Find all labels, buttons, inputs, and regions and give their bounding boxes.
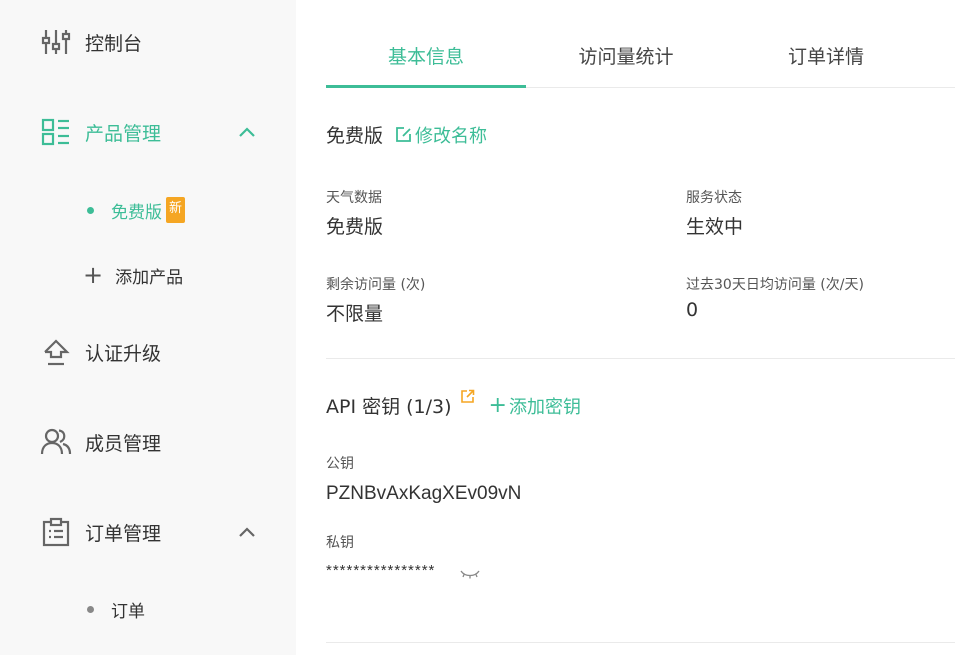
rename-link[interactable]: 修改名称 [395,122,487,148]
sidebar-item-label: 认证升级 [85,342,162,365]
daily-avg-value: 0 [686,299,699,321]
sub-item-label: 免费版 [111,202,162,223]
new-badge: 新 [166,197,186,223]
plan-name: 免费版 [326,125,384,147]
add-key-label: 添加密钥 [508,396,581,418]
sliders-icon [40,26,72,58]
users-icon [40,426,72,458]
api-key-title: API 密钥 (1/3) [326,396,452,418]
sidebar-item-label: 成员管理 [85,432,162,455]
sub-item-label: 添加产品 [115,267,184,288]
edit-icon [395,126,412,143]
sidebar-item-members[interactable]: 成员管理 [40,422,161,462]
private-key-label: 私钥 [326,535,354,551]
daily-avg-label: 过去30天日均访问量 (次/天) [686,277,864,293]
remaining-label: 剩余访问量 (次) [326,277,426,293]
sub-item-label: 订单 [111,601,145,622]
public-key-value: PZNBvAxKagXEv09vN [326,483,522,504]
plus-icon: + [83,261,104,289]
sidebar-item-products[interactable]: 产品管理 [40,112,161,152]
sidebar: 控制台 产品管理 免费版 新 + 添加产品 认证升级 成员管理 订单管理 订单 [0,0,296,655]
bullet-dot [87,605,94,613]
public-key-label: 公钥 [326,456,354,472]
tab-bar: 基本信息 访问量统计 订单详情 [326,30,955,88]
section-divider [326,358,955,359]
api-key-header: API 密钥 (1/3) + 添加密钥 [326,389,581,419]
bullet-dot [87,206,94,214]
sidebar-sub-order[interactable]: 订单 [83,594,145,624]
clipboard-icon [40,516,72,548]
rename-link-label: 修改名称 [415,125,488,147]
section-divider [326,642,955,643]
eye-closed-icon[interactable] [459,565,481,584]
sidebar-item-label: 产品管理 [85,122,162,145]
sidebar-sub-add-product[interactable]: + 添加产品 [83,260,183,290]
weather-label: 天气数据 [326,190,382,206]
service-status-value: 生效中 [686,216,744,238]
sidebar-item-console[interactable]: 控制台 [40,22,142,62]
sidebar-item-certification[interactable]: 认证升级 [40,332,161,372]
tab-basic-info[interactable]: 基本信息 [326,30,526,88]
private-key-value: **************** [326,562,436,579]
sidebar-item-orders[interactable]: 订单管理 [40,512,161,552]
sidebar-item-label: 控制台 [85,32,143,55]
chevron-up-icon[interactable] [236,521,258,543]
sidebar-sub-free-plan[interactable]: 免费版 新 [83,195,186,225]
grid-list-icon [40,116,72,148]
weather-value: 免费版 [326,216,384,238]
add-key-link[interactable]: + 添加密钥 [489,393,581,419]
chevron-up-icon[interactable] [236,121,258,143]
service-status-label: 服务状态 [686,190,742,206]
plan-header: 免费版 修改名称 [326,121,487,148]
tab-order-details[interactable]: 订单详情 [726,30,926,88]
sidebar-item-label: 订单管理 [85,522,162,545]
remaining-value: 不限量 [326,303,384,325]
external-link-icon[interactable] [460,387,475,409]
plus-icon: + [488,392,507,418]
upgrade-icon [40,336,72,368]
tab-traffic-stats[interactable]: 访问量统计 [526,30,726,88]
